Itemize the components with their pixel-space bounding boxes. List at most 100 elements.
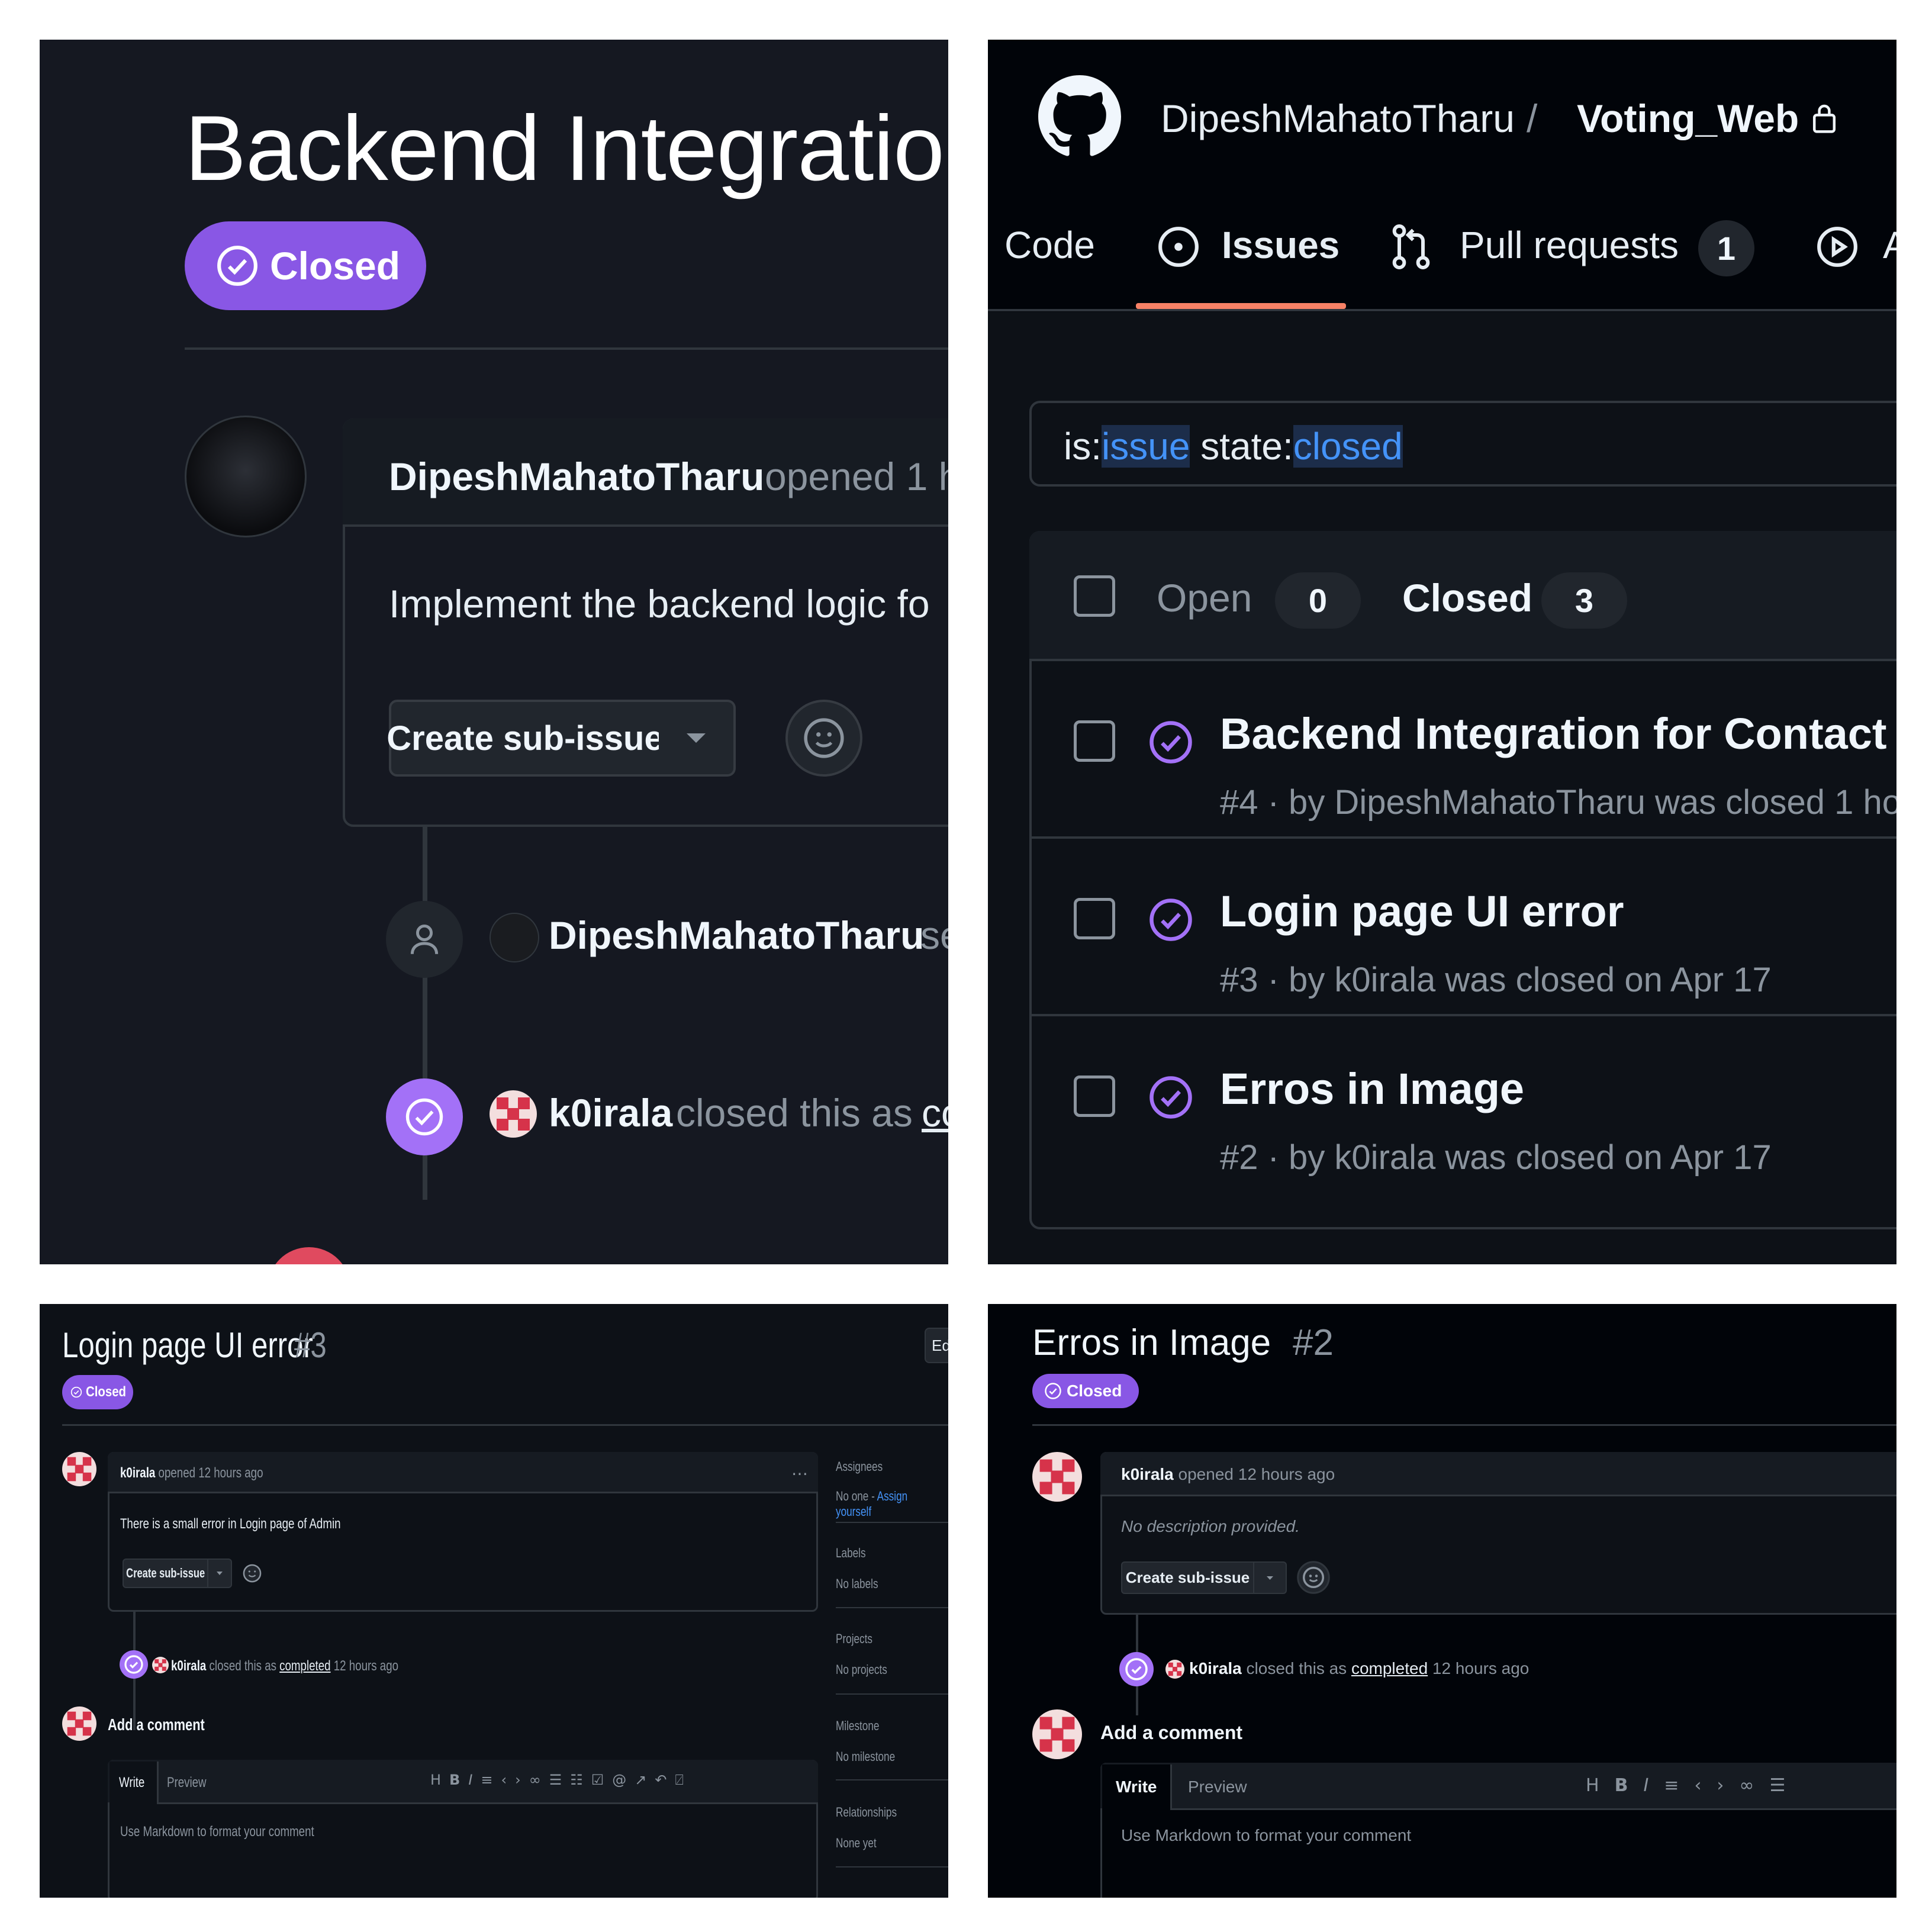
repo-owner-link[interactable]: DipeshMahatoTharu bbox=[1161, 96, 1515, 141]
create-sub-issue-button[interactable]: Create sub-issue bbox=[123, 1559, 208, 1588]
avatar[interactable] bbox=[62, 1452, 96, 1486]
identicon-avatar bbox=[1032, 1709, 1082, 1759]
open-filter[interactable]: Open bbox=[1157, 575, 1252, 620]
tab-issues[interactable]: Issues bbox=[1222, 223, 1339, 267]
divider bbox=[836, 1866, 948, 1867]
completed-link[interactable]: co bbox=[922, 1090, 948, 1135]
avatar[interactable] bbox=[152, 1657, 169, 1673]
edit-button[interactable]: Edi bbox=[925, 1328, 948, 1363]
issue-checkbox[interactable] bbox=[1074, 898, 1115, 939]
sidebar-milestone-value: No milestone bbox=[836, 1749, 896, 1764]
issue-3-panel: Login page UI error #3 Edi Closed k0iral… bbox=[40, 1304, 948, 1898]
completed-link[interactable]: completed bbox=[1351, 1659, 1428, 1677]
closed-count: 3 bbox=[1541, 572, 1627, 629]
event-actor[interactable]: k0irala bbox=[1189, 1659, 1242, 1677]
person-icon bbox=[410, 924, 439, 954]
avatar[interactable] bbox=[490, 1090, 537, 1138]
tab-bar-border bbox=[988, 309, 1896, 311]
sidebar-relationships-heading[interactable]: Relationships bbox=[836, 1805, 897, 1820]
emoji-reaction-button[interactable] bbox=[785, 700, 862, 777]
issue-title-link[interactable]: Backend Integration for Contact Us bbox=[1220, 709, 1896, 759]
formatting-toolbar[interactable]: HBI≡‹›∞☰☷☑@↗↶⍁ bbox=[430, 1772, 692, 1788]
issue-meta: #3 · by k0irala was closed on Apr 17 bbox=[1220, 961, 1772, 999]
tab-preview[interactable]: Preview bbox=[167, 1775, 207, 1791]
identicon-avatar bbox=[490, 1090, 537, 1138]
event-actor[interactable]: k0irala bbox=[549, 1090, 672, 1135]
sub-issue-dropdown-button[interactable] bbox=[1254, 1561, 1287, 1594]
tab-actions[interactable]: A bbox=[1883, 223, 1896, 267]
avatar[interactable] bbox=[1032, 1452, 1082, 1502]
comment-author[interactable]: k0irala bbox=[120, 1465, 155, 1481]
divider bbox=[836, 1693, 948, 1695]
sub-issue-dropdown-button[interactable] bbox=[208, 1559, 232, 1588]
emoji-reaction-button[interactable] bbox=[1296, 1560, 1331, 1595]
divider bbox=[62, 1424, 948, 1426]
comment-header-text: k0irala opened 12 hours ago bbox=[1121, 1465, 1335, 1483]
issue-title-link[interactable]: Login page UI error bbox=[1220, 886, 1624, 936]
closed-event-icon bbox=[120, 1650, 148, 1679]
italic-icon: I bbox=[468, 1772, 481, 1788]
repo-name-link[interactable]: Voting_Web bbox=[1577, 96, 1838, 141]
more-options-icon[interactable]: ⋯ bbox=[791, 1464, 808, 1483]
editor-placeholder: Use Markdown to format your comment bbox=[1121, 1826, 1412, 1844]
avatar bbox=[268, 1247, 350, 1264]
sidebar-assignees-heading[interactable]: Assignees bbox=[836, 1459, 883, 1474]
comment-author[interactable]: k0irala bbox=[1121, 1465, 1174, 1483]
divider bbox=[836, 1779, 948, 1780]
tab-pull-requests[interactable]: Pull requests bbox=[1460, 223, 1679, 267]
divider bbox=[1032, 1424, 1896, 1426]
status-badge: Closed bbox=[62, 1375, 133, 1409]
sidebar-labels-heading[interactable]: Labels bbox=[836, 1545, 866, 1561]
completed-link[interactable]: completed bbox=[279, 1658, 330, 1674]
quote-icon: ≡ bbox=[1664, 1775, 1695, 1796]
bullet-list-icon: ☰ bbox=[549, 1772, 571, 1788]
tab-preview[interactable]: Preview bbox=[1188, 1778, 1247, 1796]
sidebar-projects-heading[interactable]: Projects bbox=[836, 1631, 872, 1647]
issue-title-link[interactable]: Erros in Image bbox=[1220, 1064, 1524, 1114]
comment-body: There is a small error in Login page of … bbox=[120, 1516, 341, 1532]
divider bbox=[185, 347, 948, 350]
issue-meta: #4 · by DipeshMahatoTharu was closed 1 h… bbox=[1220, 783, 1896, 822]
create-sub-issue-button[interactable]: Create sub-issue bbox=[387, 700, 664, 777]
sidebar-relationships-value: None yet bbox=[836, 1836, 877, 1850]
sub-issue-dropdown-button[interactable] bbox=[659, 700, 736, 777]
play-icon bbox=[1815, 225, 1859, 269]
formatting-toolbar[interactable]: HBI≡‹›∞☰ bbox=[1586, 1775, 1801, 1796]
path-separator: / bbox=[1527, 96, 1538, 140]
create-sub-issue-button[interactable]: Create sub-issue bbox=[1121, 1561, 1254, 1594]
pull-request-count: 1 bbox=[1698, 220, 1754, 276]
bold-icon: B bbox=[449, 1772, 469, 1788]
issue-checkbox[interactable] bbox=[1074, 720, 1115, 762]
link-icon: ∞ bbox=[529, 1772, 549, 1788]
event-text: se bbox=[920, 913, 948, 957]
task-list-icon: ☑ bbox=[591, 1772, 613, 1788]
check-circle-icon bbox=[217, 246, 257, 286]
avatar[interactable] bbox=[185, 416, 307, 537]
comment-body: Implement the backend logic fo bbox=[389, 582, 930, 626]
triangle-down-icon bbox=[1267, 1576, 1273, 1580]
issue-title: Erros in Image bbox=[1032, 1322, 1271, 1363]
issue-checkbox[interactable] bbox=[1074, 1076, 1115, 1117]
issue-opened-icon bbox=[1157, 225, 1200, 269]
issues-list-panel: DipeshMahatoTharu / Voting_Web Code Issu… bbox=[988, 40, 1896, 1264]
comment-author[interactable]: DipeshMahatoTharu bbox=[389, 454, 764, 499]
divider bbox=[836, 1607, 948, 1608]
issue-number: #3 bbox=[294, 1325, 327, 1365]
avatar[interactable] bbox=[1165, 1660, 1184, 1679]
closed-filter[interactable]: Closed bbox=[1402, 575, 1532, 620]
event-actor[interactable]: k0irala bbox=[171, 1658, 206, 1674]
reference-icon: ↗ bbox=[635, 1772, 655, 1788]
code-icon: ‹› bbox=[1694, 1775, 1740, 1796]
identicon-avatar bbox=[1165, 1660, 1184, 1679]
sidebar-milestone-heading[interactable]: Milestone bbox=[836, 1718, 879, 1734]
select-all-checkbox[interactable] bbox=[1074, 575, 1115, 617]
avatar[interactable] bbox=[62, 1706, 96, 1741]
smiley-icon bbox=[243, 1564, 262, 1583]
avatar[interactable] bbox=[1032, 1709, 1082, 1759]
github-logo-icon[interactable] bbox=[1038, 75, 1121, 158]
event-actor[interactable]: DipeshMahatoTharu bbox=[549, 913, 924, 958]
avatar[interactable] bbox=[490, 913, 539, 962]
tab-code[interactable]: Code bbox=[1004, 223, 1095, 267]
closed-event-icon bbox=[386, 1078, 463, 1155]
emoji-reaction-button[interactable] bbox=[241, 1559, 263, 1588]
